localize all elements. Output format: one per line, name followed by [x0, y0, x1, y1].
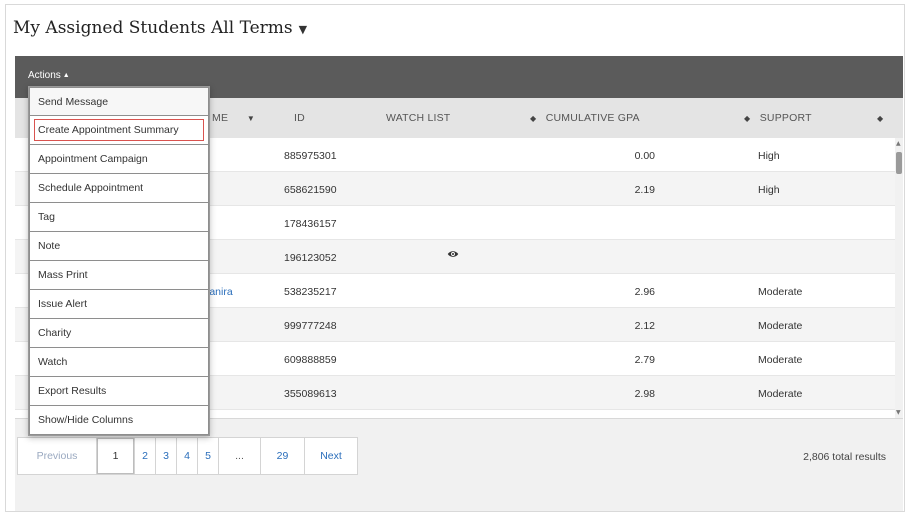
column-header-name[interactable]: ME ▼	[212, 112, 255, 124]
cumulative-gpa: 2.79	[634, 354, 655, 366]
student-id: 178436157	[284, 218, 337, 230]
scroll-up-icon[interactable]: ▲	[896, 140, 901, 147]
page-button-3[interactable]: 3	[156, 438, 177, 474]
column-header-label: SUPPORT	[759, 112, 812, 124]
scrollbar-thumb[interactable]	[896, 152, 902, 174]
support-level: High	[758, 184, 780, 196]
column-header-cumulative-gpa[interactable]: ◆ CUMULATIVE GPA	[530, 112, 640, 124]
column-header-label: ME	[212, 112, 229, 124]
menu-item-label: Watch	[38, 356, 68, 368]
menu-item-label: Create Appointment Summary	[38, 124, 179, 136]
menu-item-label: Export Results	[38, 385, 107, 397]
sort-down-icon[interactable]: ▼	[247, 114, 255, 123]
sort-icon[interactable]: ◆	[744, 114, 750, 123]
menu-item-label: Charity	[38, 327, 72, 339]
student-id: 196123052	[284, 252, 337, 264]
menu-item-tag[interactable]: Tag	[29, 203, 209, 232]
column-header-watch-list[interactable]: WATCH LIST	[386, 112, 450, 124]
menu-item-schedule-appointment[interactable]: Schedule Appointment	[29, 174, 209, 203]
student-id: 355089613	[284, 388, 337, 400]
support-level: High	[758, 150, 780, 162]
menu-item-export-results[interactable]: Export Results	[29, 377, 209, 406]
menu-item-send-message[interactable]: Send Message	[29, 87, 209, 116]
menu-item-label: Mass Print	[38, 269, 88, 281]
menu-item-label: Show/Hide Columns	[38, 414, 134, 426]
sort-icon[interactable]: ◆	[877, 112, 883, 124]
menu-item-label: Appointment Campaign	[38, 153, 148, 165]
page-ellipsis: ...	[219, 438, 261, 474]
vertical-scrollbar[interactable]: ▲ ▼	[895, 138, 903, 418]
cumulative-gpa: 2.96	[634, 286, 655, 298]
page-button-5[interactable]: 5	[198, 438, 219, 474]
menu-item-label: Tag	[38, 211, 55, 223]
menu-item-issue-alert[interactable]: Issue Alert	[29, 290, 209, 319]
column-header-id[interactable]: ID	[294, 112, 305, 124]
menu-item-charity[interactable]: Charity	[29, 319, 209, 348]
cumulative-gpa: 0.00	[634, 150, 655, 162]
cumulative-gpa: 2.19	[634, 184, 655, 196]
page-title[interactable]: My Assigned Students All Terms ▼	[13, 18, 307, 38]
page-button-2[interactable]: 2	[135, 438, 156, 474]
menu-item-note[interactable]: Note	[29, 232, 209, 261]
page-button-4[interactable]: 4	[177, 438, 198, 474]
student-id: 999777248	[284, 320, 337, 332]
actions-label: Actions	[28, 70, 61, 81]
student-name[interactable]: ianira	[207, 286, 233, 298]
page-title-text: My Assigned Students All Terms	[13, 18, 293, 38]
student-id: 885975301	[284, 150, 337, 162]
menu-item-label: Schedule Appointment	[38, 182, 144, 194]
support-level: Moderate	[758, 354, 803, 366]
eye-icon[interactable]	[447, 248, 459, 260]
next-page-button[interactable]: Next	[305, 438, 357, 474]
support-level: Moderate	[758, 320, 803, 332]
page-button-29[interactable]: 29	[261, 438, 305, 474]
page-button-1[interactable]: 1	[97, 438, 135, 474]
triangle-up-icon: ▲	[62, 72, 70, 79]
menu-item-label: Send Message	[38, 95, 109, 108]
column-header-label: CUMULATIVE GPA	[545, 112, 640, 124]
cumulative-gpa: 2.98	[634, 388, 655, 400]
student-id: 538235217	[284, 286, 337, 298]
menu-item-appointment-campaign[interactable]: Appointment Campaign	[29, 145, 209, 174]
support-level: Moderate	[758, 388, 803, 400]
previous-page-button[interactable]: Previous	[18, 438, 97, 474]
support-level: Moderate	[758, 286, 803, 298]
menu-item-create-appointment-summary[interactable]: Create Appointment Summary	[29, 116, 209, 145]
menu-item-label: Note	[38, 240, 61, 252]
student-id: 609888859	[284, 354, 337, 366]
sort-icon[interactable]: ◆	[530, 114, 536, 123]
column-header-support[interactable]: ◆ SUPPORT	[744, 112, 812, 124]
menu-item-mass-print[interactable]: Mass Print	[29, 261, 209, 290]
caret-down-icon[interactable]: ▼	[299, 23, 307, 36]
pagination: Previous 1 2 3 4 5 ... 29 Next	[17, 437, 358, 475]
menu-item-watch[interactable]: Watch	[29, 348, 209, 377]
actions-button[interactable]: Actions ▲	[28, 70, 70, 81]
menu-item-show-hide-columns[interactable]: Show/Hide Columns	[29, 406, 209, 435]
column-header-label: WATCH LIST	[386, 112, 451, 124]
column-header-label: ID	[294, 112, 305, 124]
cumulative-gpa: 2.12	[634, 320, 655, 332]
actions-dropdown-menu: Send Message Create Appointment Summary …	[28, 86, 210, 436]
scroll-down-icon[interactable]: ▼	[896, 409, 901, 416]
student-id: 658621590	[284, 184, 337, 196]
menu-item-label: Issue Alert	[38, 298, 88, 310]
total-results: 2,806 total results	[803, 451, 886, 463]
